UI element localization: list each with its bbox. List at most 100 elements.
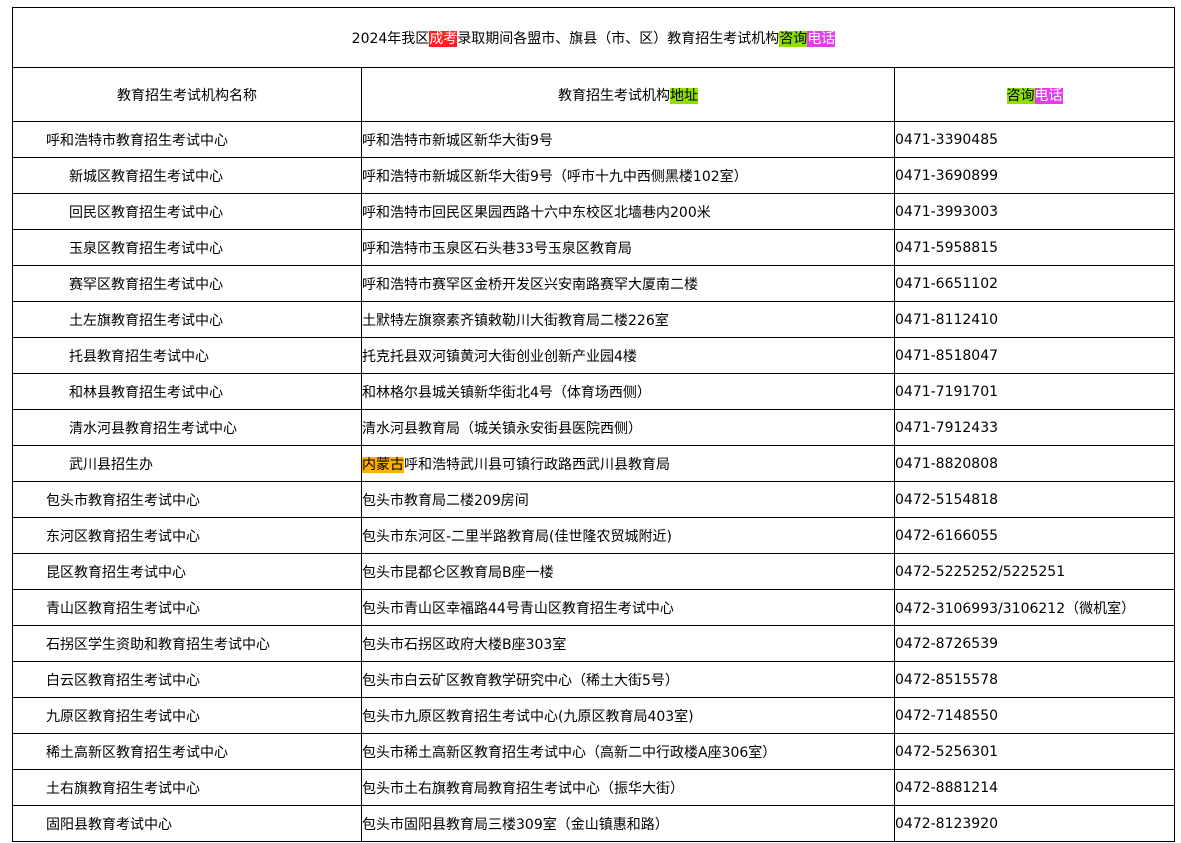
cell-institution-name: 武川县招生办 bbox=[12, 445, 362, 482]
phone-text: 0472-3106993/3106212（微机室） bbox=[895, 600, 1136, 617]
cell-address: 包头市白云矿区教育教学研究中心（稀土大街5号） bbox=[361, 661, 895, 698]
cell-address: 土默特左旗察素齐镇敕勒川大街教育局二楼226室 bbox=[361, 301, 895, 338]
cell-institution-name: 九原区教育招生考试中心 bbox=[12, 697, 362, 734]
cell-address: 呼和浩特市赛罕区金桥开发区兴安南路赛罕大厦南二楼 bbox=[361, 265, 895, 302]
cell-phone: 0471-8820808 bbox=[894, 445, 1175, 482]
cell-institution-name: 包头市教育招生考试中心 bbox=[12, 481, 362, 518]
cell-address: 清水河县教育局（城关镇永安街县医院西侧） bbox=[361, 409, 895, 446]
cell-phone: 0472-8881214 bbox=[894, 769, 1175, 806]
phone-text: 0471-7191701 bbox=[895, 383, 999, 400]
table-row: 玉泉区教育招生考试中心 呼和浩特市玉泉区石头巷33号玉泉区教育局 0471-5958… bbox=[12, 229, 1175, 266]
cell-institution-name: 东河区教育招生考试中心 bbox=[12, 517, 362, 554]
table-row: 九原区教育招生考试中心 包头市九原区教育招生考试中心(九原区教育局403室) 047… bbox=[12, 697, 1175, 734]
cell-address: 呼和浩特市回民区果园西路十六中东校区北墙巷内200米 bbox=[361, 193, 895, 230]
phone-text: 0472-8515578 bbox=[895, 671, 999, 688]
address-highlight: 内蒙古 bbox=[362, 456, 404, 473]
title-text-2: 录取期间各盟市、旗县（市、区）教育招生考试机构 bbox=[457, 30, 780, 47]
table-row: 回民区教育招生考试中心 呼和浩特市回民区果园西路十六中东校区北墙巷内200米 047… bbox=[12, 193, 1175, 230]
institution-name-text: 土左旗教育招生考试中心 bbox=[69, 312, 223, 329]
institution-name-text: 昆区教育招生考试中心 bbox=[46, 564, 186, 581]
address-text: 包头市固阳县教育局三楼309室（金山镇惠和路） bbox=[362, 816, 669, 833]
title-text-1: 2024年我区 bbox=[351, 30, 430, 47]
contact-table: 2024年我区成考录取期间各盟市、旗县（市、区）教育招生考试机构咨询电话 教育招… bbox=[12, 7, 1175, 842]
cell-institution-name: 回民区教育招生考试中心 bbox=[12, 193, 362, 230]
address-text: 包头市昆都仑区教育局B座一楼 bbox=[362, 564, 554, 581]
cell-phone: 0472-8123920 bbox=[894, 805, 1175, 842]
address-text: 包头市青山区幸福路44号青山区教育招生考试中心 bbox=[362, 600, 674, 617]
phone-text: 0471-7912433 bbox=[895, 419, 999, 436]
cell-address: 包头市昆都仑区教育局B座一楼 bbox=[361, 553, 895, 590]
header-phone-highlight-dianhua: 电话 bbox=[1034, 87, 1063, 104]
table-row: 和林县教育招生考试中心 和林格尔县城关镇新华街北4号（体育场西侧） 0471-719… bbox=[12, 373, 1175, 410]
cell-phone: 0471-5958815 bbox=[894, 229, 1175, 266]
table-row: 赛罕区教育招生考试中心 呼和浩特市赛罕区金桥开发区兴安南路赛罕大厦南二楼 0471-… bbox=[12, 265, 1175, 302]
institution-name-text: 九原区教育招生考试中心 bbox=[46, 708, 200, 725]
phone-text: 0472-8123920 bbox=[895, 815, 999, 832]
cell-institution-name: 土左旗教育招生考试中心 bbox=[12, 301, 362, 338]
header-row: 教育招生考试机构名称 教育招生考试机构地址 咨询电话 bbox=[12, 67, 1175, 122]
cell-institution-name: 赛罕区教育招生考试中心 bbox=[12, 265, 362, 302]
institution-name-text: 固阳县教育考试中心 bbox=[46, 816, 172, 833]
phone-text: 0471-5958815 bbox=[895, 239, 999, 256]
cell-address: 包头市石拐区政府大楼B座303室 bbox=[361, 625, 895, 662]
cell-address: 呼和浩特市玉泉区石头巷33号玉泉区教育局 bbox=[361, 229, 895, 266]
cell-phone: 0471-6651102 bbox=[894, 265, 1175, 302]
cell-address: 包头市东河区-二里半路教育局(佳世隆农贸城附近) bbox=[361, 517, 895, 554]
cell-phone: 0472-8726539 bbox=[894, 625, 1175, 662]
cell-address: 包头市九原区教育招生考试中心(九原区教育局403室) bbox=[361, 697, 895, 734]
cell-institution-name: 和林县教育招生考试中心 bbox=[12, 373, 362, 410]
cell-phone: 0472-5256301 bbox=[894, 733, 1175, 770]
cell-address: 包头市固阳县教育局三楼309室（金山镇惠和路） bbox=[361, 805, 895, 842]
institution-name-text: 呼和浩特市教育招生考试中心 bbox=[46, 132, 228, 149]
header-name-label: 教育招生考试机构名称 bbox=[117, 87, 257, 104]
table-row: 清水河县教育招生考试中心 清水河县教育局（城关镇永安街县医院西侧） 0471-791… bbox=[12, 409, 1175, 446]
header-phone: 咨询电话 bbox=[894, 67, 1175, 122]
title-highlight-dianhua: 电话 bbox=[807, 30, 836, 47]
table-row: 稀土高新区教育招生考试中心 包头市稀土高新区教育招生考试中心（高新二中行政楼A座3… bbox=[12, 733, 1175, 770]
cell-institution-name: 玉泉区教育招生考试中心 bbox=[12, 229, 362, 266]
table-row: 土左旗教育招生考试中心 土默特左旗察素齐镇敕勒川大街教育局二楼226室 0471-8… bbox=[12, 301, 1175, 338]
institution-name-text: 白云区教育招生考试中心 bbox=[46, 672, 200, 689]
cell-institution-name: 呼和浩特市教育招生考试中心 bbox=[12, 121, 362, 158]
address-text: 呼和浩特武川县可镇行政路西武川县教育局 bbox=[404, 456, 670, 473]
table-row: 固阳县教育考试中心 包头市固阳县教育局三楼309室（金山镇惠和路） 0472-812… bbox=[12, 805, 1175, 842]
cell-phone: 0471-8112410 bbox=[894, 301, 1175, 338]
table-row: 武川县招生办 内蒙古呼和浩特武川县可镇行政路西武川县教育局 0471-8820808 bbox=[12, 445, 1175, 482]
header-address: 教育招生考试机构地址 bbox=[361, 67, 895, 122]
address-text: 托克托县双河镇黄河大街创业创新产业园4楼 bbox=[362, 348, 637, 365]
cell-address: 包头市青山区幸福路44号青山区教育招生考试中心 bbox=[361, 589, 895, 626]
cell-address: 内蒙古呼和浩特武川县可镇行政路西武川县教育局 bbox=[361, 445, 895, 482]
institution-name-text: 土右旗教育招生考试中心 bbox=[46, 780, 200, 797]
header-address-highlight: 地址 bbox=[670, 87, 698, 104]
table-row: 包头市教育招生考试中心 包头市教育局二楼209房间 0472-5154818 bbox=[12, 481, 1175, 518]
cell-institution-name: 土右旗教育招生考试中心 bbox=[12, 769, 362, 806]
cell-address: 托克托县双河镇黄河大街创业创新产业园4楼 bbox=[361, 337, 895, 374]
table-row: 白云区教育招生考试中心 包头市白云矿区教育教学研究中心（稀土大街5号） 0472-8… bbox=[12, 661, 1175, 698]
address-text: 土默特左旗察素齐镇敕勒川大街教育局二楼226室 bbox=[362, 312, 669, 329]
table-row: 土右旗教育招生考试中心 包头市土右旗教育局教育招生考试中心（振华大街） 0472-8… bbox=[12, 769, 1175, 806]
phone-text: 0472-8726539 bbox=[895, 635, 999, 652]
cell-institution-name: 昆区教育招生考试中心 bbox=[12, 553, 362, 590]
institution-name-text: 清水河县教育招生考试中心 bbox=[69, 420, 237, 437]
cell-phone: 0472-6166055 bbox=[894, 517, 1175, 554]
cell-address: 包头市土右旗教育局教育招生考试中心（振华大街） bbox=[361, 769, 895, 806]
address-text: 呼和浩特市回民区果园西路十六中东校区北墙巷内200米 bbox=[362, 204, 711, 221]
phone-text: 0472-8881214 bbox=[895, 779, 999, 796]
cell-phone: 0472-5225252/5225251 bbox=[894, 553, 1175, 590]
address-text: 包头市九原区教育招生考试中心(九原区教育局403室) bbox=[362, 708, 694, 725]
table-row: 石拐区学生资助和教育招生考试中心 包头市石拐区政府大楼B座303室 0472-872… bbox=[12, 625, 1175, 662]
title-highlight-zixun: 咨询 bbox=[779, 30, 808, 47]
address-text: 呼和浩特市赛罕区金桥开发区兴安南路赛罕大厦南二楼 bbox=[362, 276, 699, 293]
address-text: 和林格尔县城关镇新华街北4号（体育场西侧） bbox=[362, 384, 651, 401]
cell-phone: 0471-8518047 bbox=[894, 337, 1175, 374]
phone-text: 0471-8820808 bbox=[895, 455, 999, 472]
institution-name-text: 包头市教育招生考试中心 bbox=[46, 492, 200, 509]
address-text: 包头市石拐区政府大楼B座303室 bbox=[362, 636, 567, 653]
cell-phone: 0472-3106993/3106212（微机室） bbox=[894, 589, 1175, 626]
header-name: 教育招生考试机构名称 bbox=[12, 67, 362, 122]
cell-address: 包头市教育局二楼209房间 bbox=[361, 481, 895, 518]
phone-text: 0471-3690899 bbox=[895, 167, 999, 184]
table-row: 东河区教育招生考试中心 包头市东河区-二里半路教育局(佳世隆农贸城附近) 0472-… bbox=[12, 517, 1175, 554]
cell-institution-name: 白云区教育招生考试中心 bbox=[12, 661, 362, 698]
institution-name-text: 青山区教育招生考试中心 bbox=[46, 600, 200, 617]
